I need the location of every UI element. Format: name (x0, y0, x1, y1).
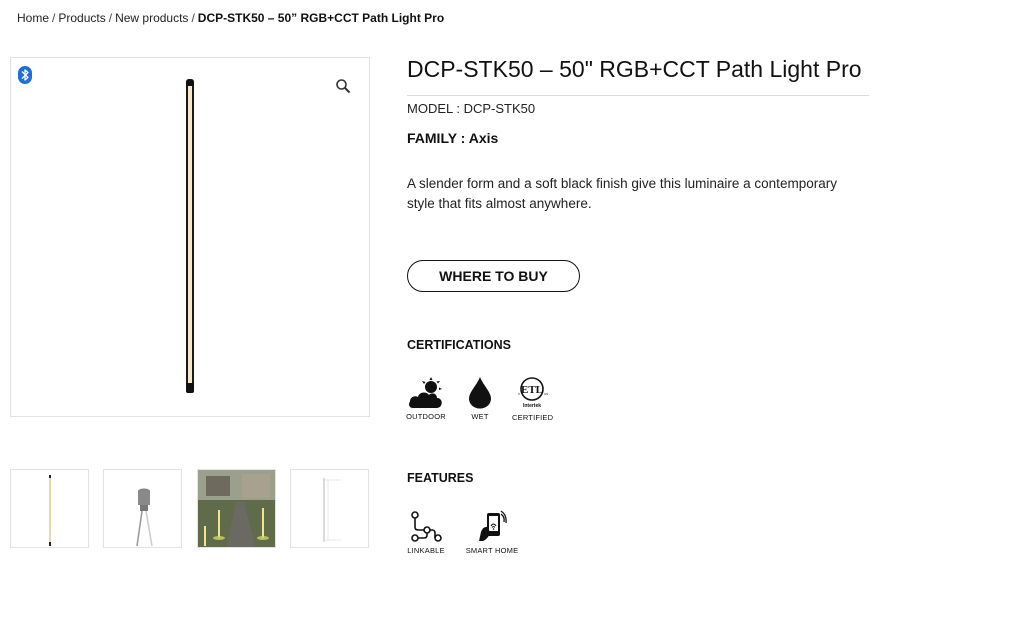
where-to-buy-button[interactable]: WHERE TO BUY (407, 260, 580, 292)
thumbnail-closeup-image (136, 488, 153, 547)
magnifier-icon[interactable] (335, 78, 351, 94)
main-product-image[interactable] (10, 57, 370, 417)
feature-linkable-label: LINKABLE (407, 546, 445, 555)
certifications-heading: CERTIFICATIONS (407, 338, 511, 352)
breadcrumb-new-products-link[interactable]: New products (115, 11, 188, 25)
product-family: FAMILY : Axis (407, 130, 499, 146)
breadcrumb-separator: / (191, 11, 195, 25)
svg-text:US: US (544, 392, 548, 396)
water-drop-icon (469, 377, 491, 409)
smart-home-phone-icon (479, 510, 507, 541)
certification-wet-label: WET (471, 412, 489, 421)
certification-certified: ETL US C Intertek CERTIFIED (512, 376, 554, 422)
feature-smart-home: SMART HOME (464, 510, 520, 555)
etl-intertek-icon: ETL US C Intertek (518, 377, 548, 409)
breadcrumb: Home / Products / New products / DCP-STK50 – 5… (17, 11, 444, 25)
bluetooth-icon (18, 66, 32, 84)
linkable-icon (411, 511, 442, 542)
title-divider (407, 95, 869, 96)
certification-wet: WET (464, 376, 496, 421)
thumbnail-2[interactable] (103, 469, 182, 548)
svg-text:ETL: ETL (521, 384, 543, 396)
feature-smart-home-label: SMART HOME (465, 546, 519, 555)
features-heading: FEATURES (407, 471, 474, 485)
breadcrumb-products-link[interactable]: Products (58, 11, 105, 25)
thumbnail-dimensions-image (323, 478, 341, 542)
thumbnail-4[interactable] (290, 469, 369, 548)
outdoor-weather-icon (409, 377, 442, 408)
certification-certified-label: CERTIFIED (512, 413, 554, 422)
thumbnail-pole-image (49, 475, 51, 546)
breadcrumb-separator: / (108, 11, 113, 25)
product-title: DCP-STK50 – 50" RGB+CCT Path Light Pro (407, 56, 862, 82)
feature-linkable: LINKABLE (405, 510, 447, 555)
certification-outdoor-label: OUTDOOR (406, 412, 446, 421)
breadcrumb-current: DCP-STK50 – 50” RGB+CCT Path Light Pro (197, 11, 445, 25)
product-description: A slender form and a soft black finish g… (407, 176, 837, 211)
thumbnail-3[interactable] (197, 469, 276, 548)
thumbnail-1[interactable] (10, 469, 89, 548)
product-model: MODEL : DCP-STK50 (407, 101, 536, 116)
path-light-image (186, 79, 194, 393)
breadcrumb-separator: / (52, 11, 56, 25)
thumbnail-garden-scene-image (198, 470, 275, 547)
breadcrumb-home-link[interactable]: Home (17, 11, 49, 25)
intertek-logo-text: Intertek (523, 403, 541, 409)
certification-outdoor: OUTDOOR (406, 376, 446, 421)
